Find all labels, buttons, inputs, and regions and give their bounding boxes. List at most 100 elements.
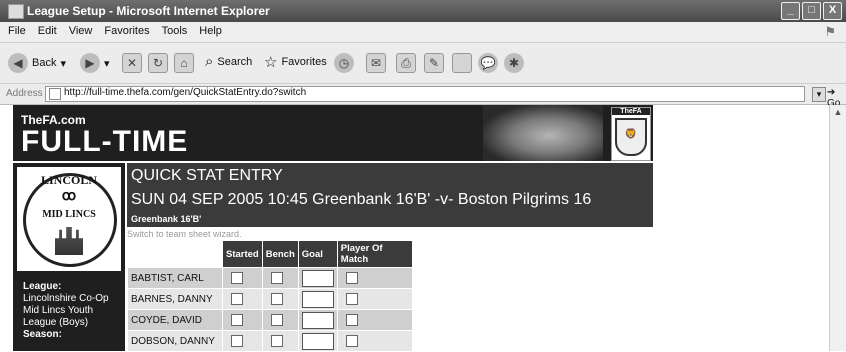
maximize-button[interactable]: □ xyxy=(802,2,821,20)
vertical-scrollbar[interactable]: ▲ xyxy=(829,105,846,351)
imp-symbol-icon: ꝏ xyxy=(61,187,77,203)
league-logo: LINCOLN ꝏ MID LINCS xyxy=(17,167,121,271)
table-row: DOBSON, DANNY xyxy=(128,331,412,351)
search-label: Search xyxy=(217,55,253,68)
bench-checkbox[interactable] xyxy=(270,314,283,326)
menu-view[interactable]: View xyxy=(63,22,99,37)
started-checkbox[interactable] xyxy=(231,293,243,305)
page-title: QUICK STAT ENTRY xyxy=(131,167,283,184)
goal-input[interactable] xyxy=(301,311,334,329)
address-dropdown-icon[interactable]: ▾ xyxy=(812,87,826,102)
favorites-button[interactable]: ☆ Favorites xyxy=(264,53,327,71)
league-line: Mid Lincs Youth xyxy=(23,305,94,316)
edit-icon[interactable]: ✎ xyxy=(424,53,444,73)
forward-arrow-icon: ▶ xyxy=(80,53,100,73)
go-arrow-icon: ➔ xyxy=(827,87,836,98)
menu-file[interactable]: File xyxy=(2,22,32,37)
bench-checkbox[interactable] xyxy=(270,293,283,305)
back-label: Back xyxy=(32,57,57,69)
back-arrow-icon: ◀ xyxy=(8,53,28,73)
history-icon[interactable]: ◷ xyxy=(334,53,354,73)
menu-favorites[interactable]: Favorites xyxy=(98,22,155,37)
page-content: TheFA.com FULL-TIME TheFA 🦁 LINCOLN ꝏ MI… xyxy=(0,105,846,351)
league-line: League (Boys) xyxy=(23,317,89,328)
table-row: BABTIST, CARL xyxy=(128,268,412,288)
fa-crest: TheFA 🦁 xyxy=(611,107,651,161)
forward-dropdown-icon: ▾ xyxy=(104,57,110,70)
print-icon[interactable]: ⎙ xyxy=(396,53,416,73)
toolbar: ◀ Back ▾ ▶ ▾ ✕ ↻ ⌂ ⌕ Search ☆ Favorites … xyxy=(0,43,846,84)
match-header: QUICK STAT ENTRY SUN 04 SEP 2005 10:45 G… xyxy=(127,163,653,227)
mail-icon[interactable]: ✉ xyxy=(366,53,386,73)
bench-checkbox[interactable] xyxy=(270,272,283,284)
player-name: DOBSON, DANNY xyxy=(128,331,222,351)
logo-middle-text: MID LINCS xyxy=(42,209,96,220)
windows-flag-icon: ⚑ xyxy=(824,24,836,39)
refresh-icon[interactable]: ↻ xyxy=(148,53,168,73)
goal-input[interactable] xyxy=(301,269,334,287)
bench-column-header: Bench xyxy=(262,241,298,267)
back-button[interactable]: ◀ Back ▾ xyxy=(8,53,66,73)
goal-input[interactable] xyxy=(301,290,334,308)
back-dropdown-icon: ▾ xyxy=(60,57,66,70)
player-name: BARNES, DANNY xyxy=(128,289,222,309)
address-input[interactable]: http://full-time.thefa.com/gen/QuickStat… xyxy=(45,86,805,102)
pom-checkbox[interactable] xyxy=(345,272,358,284)
discuss-icon[interactable]: 💬 xyxy=(478,53,498,73)
address-label: Address xyxy=(6,88,43,99)
minimize-button[interactable]: _ xyxy=(781,2,800,20)
fulltime-banner: TheFA.com FULL-TIME TheFA 🦁 xyxy=(13,105,653,161)
close-button[interactable]: X xyxy=(823,2,842,20)
started-checkbox[interactable] xyxy=(231,314,243,326)
scroll-up-icon[interactable]: ▲ xyxy=(831,107,845,121)
address-url: http://full-time.thefa.com/gen/QuickStat… xyxy=(64,87,307,98)
fulltime-logo-text: FULL-TIME xyxy=(21,125,189,158)
player-name: BABTIST, CARL xyxy=(128,268,222,288)
messenger-icon[interactable]: ✱ xyxy=(504,53,524,73)
table-row: COYDE, DAVID xyxy=(128,310,412,330)
league-heading: League: xyxy=(23,281,62,292)
stop-icon[interactable]: ✕ xyxy=(122,53,142,73)
page-icon xyxy=(49,88,61,100)
player-name: COYDE, DAVID xyxy=(128,310,222,330)
blank-page-icon[interactable] xyxy=(452,53,472,73)
quick-stat-table: Started Bench Goal Player Of Match BABTI… xyxy=(127,240,413,352)
player-column-header xyxy=(128,241,222,267)
team-name: Greenbank 16'B' xyxy=(131,214,202,224)
pom-checkbox[interactable] xyxy=(345,335,358,347)
bench-checkbox[interactable] xyxy=(270,335,283,347)
window-title: League Setup - Microsoft Internet Explor… xyxy=(27,4,270,18)
league-line: Lincolnshire Co-Op xyxy=(23,293,109,304)
started-column-header: Started xyxy=(223,241,262,267)
title-bar: League Setup - Microsoft Internet Explor… xyxy=(0,0,846,22)
menu-bar: File Edit View Favorites Tools Help ⚑ xyxy=(0,22,846,43)
three-lions-icon: 🦁 xyxy=(615,118,647,156)
favorites-label: Favorites xyxy=(281,56,327,68)
goal-column-header: Goal xyxy=(298,241,337,267)
pom-column-header: Player Of Match xyxy=(337,241,412,267)
menu-help[interactable]: Help xyxy=(193,22,228,37)
menu-edit[interactable]: Edit xyxy=(32,22,63,37)
table-row: BARNES, DANNY xyxy=(128,289,412,309)
search-icon: ⌕ xyxy=(205,53,214,70)
logo-top-text: LINCOLN xyxy=(40,173,97,187)
switch-wizard-link[interactable]: Switch to team sheet wizard. xyxy=(127,229,242,239)
season-heading: Season: xyxy=(23,329,62,340)
menu-tools[interactable]: Tools xyxy=(156,22,194,37)
league-info: League: Lincolnshire Co-Op Mid Lincs You… xyxy=(23,281,119,341)
ie-icon xyxy=(8,4,24,19)
address-bar: Address http://full-time.thefa.com/gen/Q… xyxy=(0,84,846,109)
goal-input[interactable] xyxy=(301,332,334,350)
forward-button[interactable]: ▶ ▾ xyxy=(80,53,110,73)
favorites-star-icon: ☆ xyxy=(264,54,278,71)
banner-photo xyxy=(483,105,603,161)
pom-checkbox[interactable] xyxy=(345,314,358,326)
pom-checkbox[interactable] xyxy=(345,293,358,305)
match-title: SUN 04 SEP 2005 10:45 Greenbank 16'B' -v… xyxy=(131,191,592,208)
search-button[interactable]: ⌕ Search xyxy=(205,53,252,70)
started-checkbox[interactable] xyxy=(231,272,243,284)
home-icon[interactable]: ⌂ xyxy=(174,53,194,73)
sidebar: LINCOLN ꝏ MID LINCS League: Lincolnshire… xyxy=(13,163,125,351)
started-checkbox[interactable] xyxy=(231,335,243,347)
table-header-row: Started Bench Goal Player Of Match xyxy=(128,241,412,267)
